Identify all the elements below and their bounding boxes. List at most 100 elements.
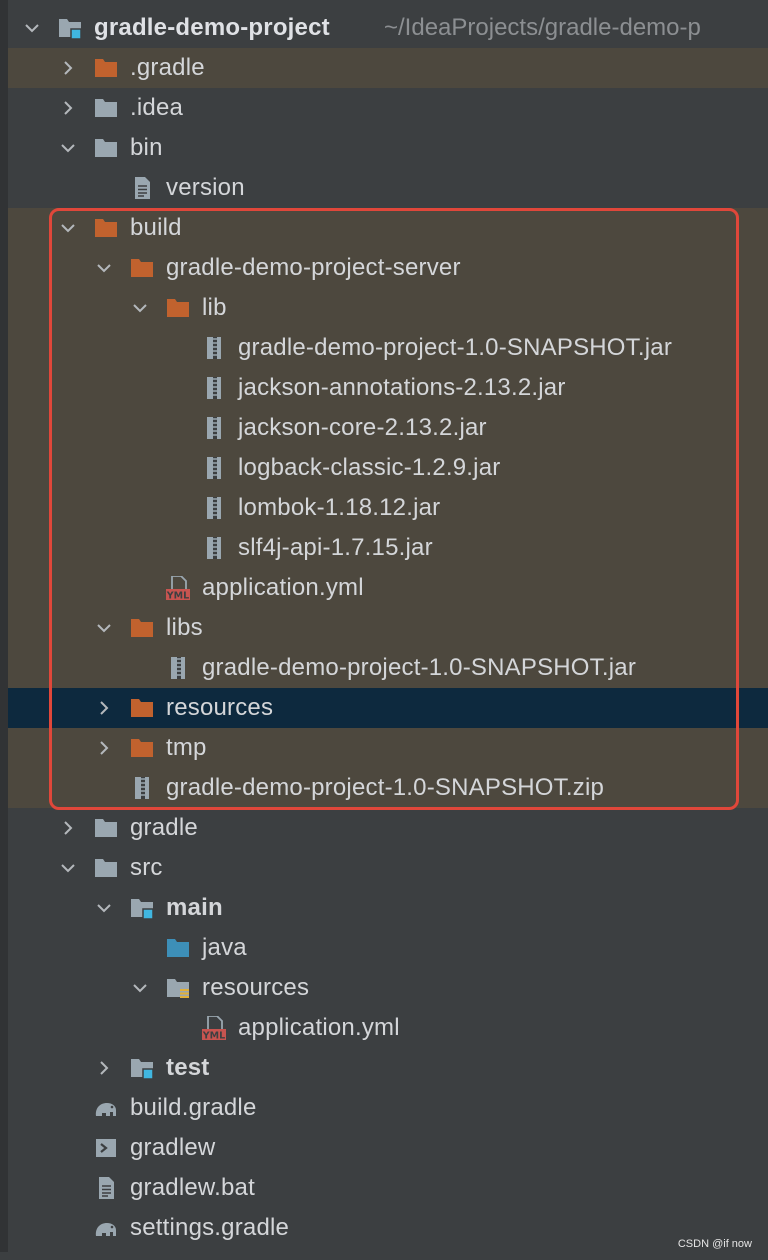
tree-row[interactable]: gradle-demo-project-1.0-SNAPSHOT.jar xyxy=(8,328,768,368)
tree-row-label: lombok-1.18.12.jar xyxy=(238,494,441,521)
chevron-right-icon[interactable] xyxy=(96,1060,112,1076)
tree-row[interactable]: libs xyxy=(8,608,768,648)
chevron-right-icon[interactable] xyxy=(96,700,112,716)
tree-row[interactable]: version xyxy=(8,168,768,208)
shell-script-icon xyxy=(96,1139,116,1157)
chevron-down-icon[interactable] xyxy=(60,220,76,236)
chevron-down-icon[interactable] xyxy=(96,260,112,276)
module-folder-icon xyxy=(59,19,82,40)
tree-row[interactable]: build.gradle xyxy=(8,1088,768,1128)
chevron-right-icon[interactable] xyxy=(60,820,76,836)
chevron-right-icon[interactable] xyxy=(60,60,76,76)
gradle-elephant-icon xyxy=(95,1103,116,1116)
tree-row[interactable]: settings.gradle xyxy=(8,1208,768,1248)
tree-row-label: gradle xyxy=(130,814,198,841)
folder-orange-icon xyxy=(131,699,153,717)
archive-icon xyxy=(207,457,221,479)
tree-row[interactable]: test xyxy=(8,1048,768,1088)
tree-row-label: resources xyxy=(202,974,310,1001)
watermark: CSDN @if now xyxy=(677,1238,752,1250)
tree-row[interactable]: gradle-demo-project-1.0-SNAPSHOT.zip xyxy=(8,768,768,808)
resources-folder-icon xyxy=(167,979,189,998)
tree-row[interactable]: gradlew.bat xyxy=(8,1168,768,1208)
yml-file-icon: YML xyxy=(202,1016,226,1040)
tree-row[interactable]: .idea xyxy=(8,88,768,128)
tree-row[interactable]: jackson-core-2.13.2.jar xyxy=(8,408,768,448)
tree-row-label: tmp xyxy=(166,734,207,761)
tree-row[interactable]: gradle xyxy=(8,808,768,848)
svg-text:YML: YML xyxy=(166,591,189,601)
tree-row[interactable]: YML application.yml xyxy=(8,568,768,608)
tree-row-label: main xyxy=(166,894,223,921)
tree-row[interactable]: lib xyxy=(8,288,768,328)
tree-root-row[interactable]: gradle-demo-project ~/IdeaProjects/gradl… xyxy=(8,8,768,48)
chevron-right-icon[interactable] xyxy=(60,100,76,116)
tree-row-label: lib xyxy=(202,294,227,321)
tree-row-label: libs xyxy=(166,614,203,641)
tree-row-label: settings.gradle xyxy=(130,1214,290,1241)
gradle-elephant-icon xyxy=(95,1223,116,1236)
tree-row[interactable]: jackson-annotations-2.13.2.jar xyxy=(8,368,768,408)
archive-icon xyxy=(207,377,221,399)
tree-row[interactable]: slf4j-api-1.7.15.jar xyxy=(8,528,768,568)
folder-orange-icon xyxy=(131,259,153,277)
chevron-down-icon[interactable] xyxy=(24,20,40,36)
tree-row-label: slf4j-api-1.7.15.jar xyxy=(238,534,433,561)
chevron-down-icon[interactable] xyxy=(132,300,148,316)
tree-row[interactable]: gradle-demo-project-1.0-SNAPSHOT.jar xyxy=(8,648,768,688)
archive-icon xyxy=(207,537,221,559)
tree-row-label: build xyxy=(130,214,182,241)
tree-row[interactable]: gradle-demo-project-server xyxy=(8,248,768,288)
tree-row-label: resources xyxy=(166,694,274,721)
chevron-right-icon[interactable] xyxy=(96,740,112,756)
tree-row[interactable]: src xyxy=(8,848,768,888)
archive-icon xyxy=(207,417,221,439)
tree-row-label: application.yml xyxy=(238,1014,400,1041)
yml-file-icon: YML xyxy=(166,576,190,600)
next-panel-edge xyxy=(0,1252,768,1260)
chevron-down-icon[interactable] xyxy=(60,860,76,876)
tree-row-label: version xyxy=(166,174,245,201)
folder-gray-icon xyxy=(95,819,117,837)
archive-icon xyxy=(135,777,149,799)
tree-row-label: src xyxy=(130,854,163,881)
chevron-down-icon[interactable] xyxy=(60,140,76,156)
tree-row[interactable]: YML application.yml xyxy=(8,1008,768,1048)
tree-row[interactable]: main xyxy=(8,888,768,928)
tree-row-label: gradle-demo-project-1.0-SNAPSHOT.jar xyxy=(238,334,673,361)
tree-row-label: jackson-annotations-2.13.2.jar xyxy=(238,374,566,401)
tree-row-label: .gradle xyxy=(130,54,205,81)
tree-row-label: gradlew.bat xyxy=(130,1174,255,1201)
chevron-down-icon[interactable] xyxy=(96,900,112,916)
tree-row-label: gradle-demo-project-server xyxy=(166,254,461,281)
tree-row[interactable]: logback-classic-1.2.9.jar xyxy=(8,448,768,488)
folder-orange-icon xyxy=(95,219,117,237)
chevron-down-icon[interactable] xyxy=(132,980,148,996)
tree-row[interactable]: bin xyxy=(8,128,768,168)
tree-row-label: gradlew xyxy=(130,1134,216,1161)
tree-row[interactable]: resources xyxy=(8,968,768,1008)
tree-row[interactable]: tmp xyxy=(8,728,768,768)
svg-text:YML: YML xyxy=(202,1031,225,1041)
tree-row-label: build.gradle xyxy=(130,1094,257,1121)
module-folder-icon xyxy=(131,1059,154,1080)
root-project-path: ~/IdeaProjects/gradle-demo-p xyxy=(384,14,701,41)
tree-row[interactable]: gradlew xyxy=(8,1128,768,1168)
tree-row-label: gradle-demo-project-1.0-SNAPSHOT.zip xyxy=(166,774,605,801)
tree-row[interactable]: resources xyxy=(8,688,768,728)
tree-row-label: jackson-core-2.13.2.jar xyxy=(238,414,487,441)
tree-row[interactable]: java xyxy=(8,928,768,968)
tree-row-label: application.yml xyxy=(202,574,364,601)
tree-row-label: java xyxy=(202,934,247,961)
tree-row-label: gradle-demo-project-1.0-SNAPSHOT.jar xyxy=(202,654,637,681)
chevron-down-icon[interactable] xyxy=(96,620,112,636)
tree-row[interactable]: build xyxy=(8,208,768,248)
tree-row[interactable]: .gradle xyxy=(8,48,768,88)
folder-orange-icon xyxy=(131,619,153,637)
text-file-icon xyxy=(99,1177,114,1199)
tree-row-label: logback-classic-1.2.9.jar xyxy=(238,454,501,481)
archive-icon xyxy=(207,337,221,359)
tree-row[interactable]: lombok-1.18.12.jar xyxy=(8,488,768,528)
folder-orange-icon xyxy=(131,739,153,757)
folder-orange-icon xyxy=(167,299,189,317)
